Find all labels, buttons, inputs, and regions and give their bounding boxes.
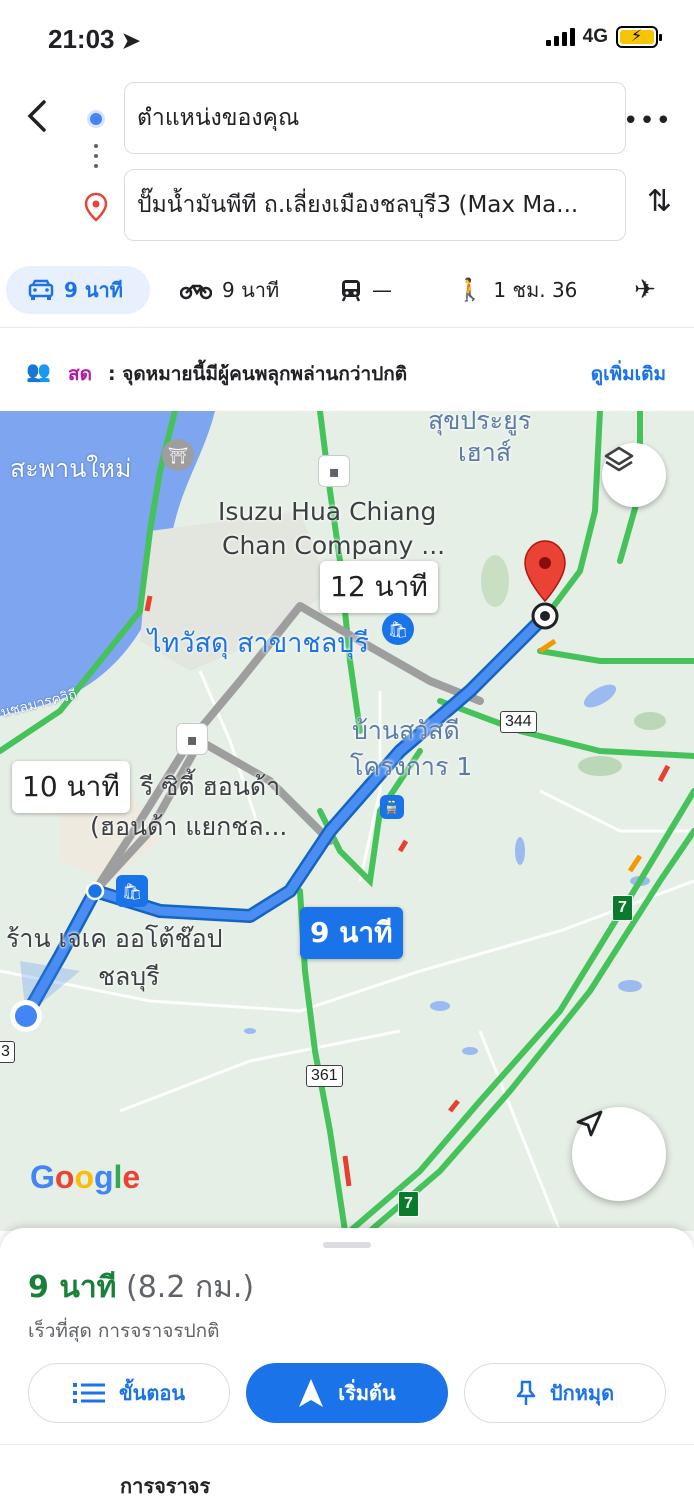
time-text: 21:03 — [48, 24, 115, 54]
building-poi-icon-2[interactable]: ▪ — [176, 723, 208, 755]
highway-shield-361: 361 — [306, 1065, 343, 1087]
back-button[interactable] — [22, 96, 54, 136]
mode-tab-flight[interactable]: ✈ — [634, 266, 656, 314]
live-label: สด — [68, 363, 92, 385]
navigation-icon — [299, 1379, 324, 1407]
route-description: เร็วที่สุด การจราจรปกติ — [28, 1320, 220, 1342]
walk-icon: 🚶 — [456, 277, 484, 303]
route-dots-icon — [94, 144, 98, 174]
map-label-bridge: สะพานใหม่ — [10, 454, 132, 483]
mode-tab-transit[interactable]: — — [340, 266, 392, 314]
map-label-shop-1: ร้าน เจเค ออโต้ช๊อป — [6, 924, 223, 953]
map-label-sukhprasert-2: เฮาส์ — [458, 438, 512, 467]
shop-icon[interactable]: 🛍 — [116, 875, 148, 907]
mode-tab-motorcycle[interactable]: 9 นาที — [180, 266, 279, 314]
traffic-section-title: การจราจร — [120, 1474, 211, 1498]
eta-distance: (8.2 กม.) — [126, 1270, 255, 1305]
shopping-bag-icon[interactable]: 🛍 — [382, 613, 414, 645]
map-label-village-2: โครงการ 1 — [350, 752, 473, 781]
pushpin-icon — [516, 1380, 536, 1405]
route-bottom-sheet: 9 นาที (8.2 กม.) เร็วที่สุด การจราจรปกติ… — [0, 1228, 694, 1500]
sheet-drag-handle[interactable] — [323, 1242, 371, 1248]
status-bar: 21:03 ➤ 4G ⚡ — [0, 0, 694, 76]
live-busyness-notice: 👥 สด : จุดหมายนี้มีผู้คนพลุกพล่านกว่าปกต… — [0, 329, 694, 411]
navigation-arrow-icon — [576, 1110, 603, 1137]
layers-button[interactable] — [602, 443, 666, 507]
steps-label: ขั้นตอน — [118, 1381, 185, 1405]
swap-button[interactable]: ⇅ — [647, 184, 672, 219]
highway-shield-7-b: 7 — [398, 1191, 419, 1217]
route-bubble-main[interactable]: 9 นาที — [300, 907, 403, 959]
map-label-honda-2: (ฮอนด้า แยกชล... — [90, 812, 288, 841]
battery-icon: ⚡ — [616, 26, 662, 48]
mode-transit-time: — — [372, 278, 392, 302]
more-options-button[interactable]: ••• — [623, 106, 672, 136]
travel-mode-bar: 9 นาที 9 นาที — 🚶 1 ชม. 36 ✈ — [0, 254, 694, 328]
origin-dot-icon — [87, 110, 105, 128]
mode-tab-walk[interactable]: 🚶 1 ชม. 36 — [456, 266, 577, 314]
list-icon — [72, 1383, 105, 1403]
highway-shield-7-a: 7 — [612, 895, 633, 921]
map-label-thaiwatsadu: ไทวัสดุ สาขาชลบุรี — [148, 628, 369, 659]
highway-shield-344: 344 — [500, 711, 537, 733]
status-time: 21:03 ➤ — [48, 24, 140, 55]
highway-shield-left: 3 — [0, 1041, 15, 1063]
chevron-left-icon — [27, 100, 46, 132]
more-vert-icon: ••• — [622, 106, 672, 136]
sheet-divider — [0, 1444, 694, 1445]
google-logo: Google — [30, 1159, 141, 1195]
mode-motorcycle-time: 9 นาที — [222, 278, 280, 302]
car-icon — [28, 279, 54, 300]
building-poi-icon[interactable]: ▪ — [318, 455, 350, 487]
start-navigation-button[interactable]: เริ่มต้น — [246, 1363, 448, 1423]
route-bubble-alt-1[interactable]: 12 นาที — [320, 561, 438, 613]
map-label-shop-2: ชลบุรี — [98, 962, 160, 991]
mode-car-time: 9 นาที — [64, 278, 123, 302]
map-label-isuzu-1: Isuzu Hua Chiang — [218, 497, 437, 526]
directions-header: ตำแหน่งของคุณ ปั๊มน้ำมันพีที ถ.เลี่ยงเมื… — [0, 76, 694, 254]
motorcycle-icon — [180, 284, 212, 300]
eta-summary: 9 นาที (8.2 กม.) — [28, 1264, 254, 1311]
map-label-village-1: บ้านสวัสดี — [352, 716, 460, 745]
map-view[interactable]: สะพานใหม่ ⛩ นชลมารควิถี สุขประยูร เฮาส์ … — [0, 411, 694, 1231]
status-indicators: 4G ⚡ — [545, 26, 662, 48]
pin-label: ปักหมุด — [549, 1381, 615, 1405]
location-arrow-icon: ➤ — [121, 28, 141, 53]
steps-button[interactable]: ขั้นตอน — [28, 1363, 230, 1423]
start-label: เริ่มต้น — [338, 1381, 396, 1405]
destination-input[interactable]: ปั๊มน้ำมันพีที ถ.เลี่ยงเมืองชลบุรี3 (Max… — [124, 169, 626, 241]
map-label-honda-1: รี ซิตี้ ฮอนด้า — [140, 772, 281, 801]
origin-input[interactable]: ตำแหน่งของคุณ — [124, 82, 626, 154]
network-type: 4G — [582, 26, 608, 47]
bridge-poi-icon[interactable]: ⛩ — [162, 439, 194, 471]
eta-time: 9 นาที — [28, 1270, 117, 1305]
transit-icon — [341, 280, 361, 302]
signal-icon — [545, 28, 575, 46]
flight-icon: ✈ — [634, 275, 656, 305]
pin-button[interactable]: ปักหมุด — [464, 1363, 666, 1423]
mode-tab-car[interactable]: 9 นาที — [6, 266, 150, 314]
see-more-link[interactable]: ดูเพิ่มเติม — [591, 359, 666, 389]
destination-pin-icon — [84, 192, 108, 222]
route-bubble-alt-2[interactable]: 10 นาที — [12, 761, 130, 813]
my-location-button[interactable] — [572, 1107, 666, 1201]
layers-icon — [604, 446, 634, 472]
mode-walk-time: 1 ชม. 36 — [493, 278, 578, 302]
people-icon: 👥 — [26, 359, 51, 383]
live-text: : จุดหมายนี้มีผู้คนพลุกพล่านกว่าปกติ — [108, 363, 408, 385]
swap-icon: ⇅ — [646, 184, 672, 219]
map-label-isuzu-2: Chan Company ... — [222, 531, 446, 560]
train-station-icon[interactable]: 🚆 — [380, 795, 404, 819]
